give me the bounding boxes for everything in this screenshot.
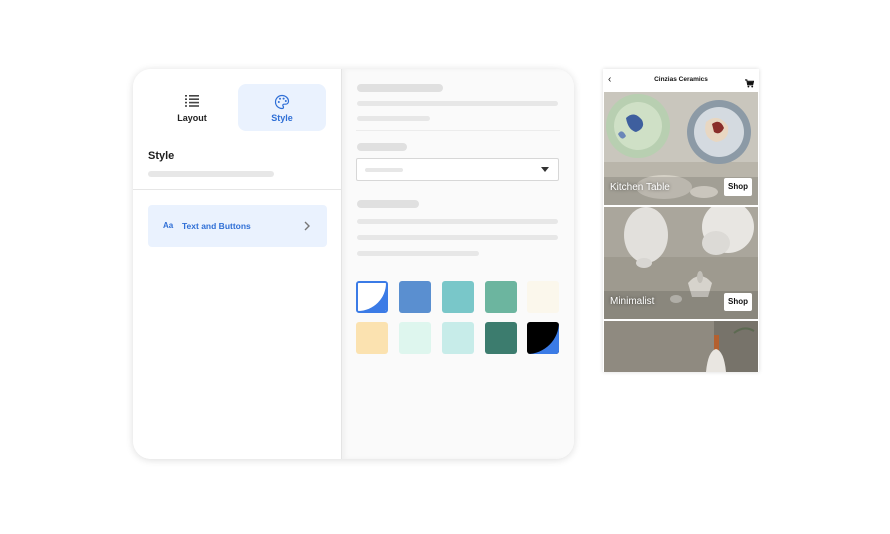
preview-header: ‹ Cinzias Ceramics xyxy=(603,69,759,91)
placeholder-line xyxy=(357,251,479,256)
placeholder-line xyxy=(357,101,558,106)
color-swatch-white[interactable] xyxy=(356,281,388,313)
tab-layout[interactable]: Layout xyxy=(148,84,236,131)
shop-button[interactable]: Shop xyxy=(724,293,752,311)
section-heading: Style xyxy=(148,150,175,162)
collection-image xyxy=(604,321,758,372)
color-swatch-black[interactable] xyxy=(527,322,559,354)
store-preview: ‹ Cinzias Ceramics Kitchen Table Shop Mi… xyxy=(603,69,759,372)
color-swatch-mint[interactable] xyxy=(399,322,431,354)
shop-button[interactable]: Shop xyxy=(724,178,752,196)
collection-tile-partial[interactable] xyxy=(604,321,758,372)
style-editor-panel: Layout Style Style Aa Text and Buttons xyxy=(133,69,574,459)
color-swatch-aqua[interactable] xyxy=(442,322,474,354)
color-swatch-blue[interactable] xyxy=(399,281,431,313)
list-icon xyxy=(185,94,199,112)
placeholder-line xyxy=(148,171,274,177)
tab-layout-label: Layout xyxy=(177,113,207,123)
placeholder-title xyxy=(357,84,443,92)
tab-style-label: Style xyxy=(271,113,293,123)
text-and-buttons-label: Text and Buttons xyxy=(182,221,251,231)
editor-sidebar: Layout Style Style Aa Text and Buttons xyxy=(133,69,341,459)
color-swatch-sand[interactable] xyxy=(356,322,388,354)
placeholder-line xyxy=(357,219,558,224)
dropdown-select[interactable] xyxy=(356,158,559,181)
placeholder-label xyxy=(357,143,407,151)
cart-icon[interactable] xyxy=(745,75,755,93)
chevron-right-icon xyxy=(303,219,311,237)
color-swatch-teal[interactable] xyxy=(442,281,474,313)
divider xyxy=(133,189,341,190)
text-style-icon: Aa xyxy=(163,221,174,230)
placeholder-line xyxy=(357,235,558,240)
style-settings-pane xyxy=(341,69,574,459)
color-swatch-green[interactable] xyxy=(485,281,517,313)
placeholder-value xyxy=(365,168,403,172)
text-and-buttons-row[interactable]: Aa Text and Buttons xyxy=(148,205,327,247)
store-title: Cinzias Ceramics xyxy=(654,76,708,83)
color-swatch-cream[interactable] xyxy=(527,281,559,313)
caret-down-icon xyxy=(541,167,549,172)
tab-style[interactable]: Style xyxy=(238,84,326,131)
tile-name: Minimalist xyxy=(610,296,655,307)
placeholder-label xyxy=(357,200,419,208)
collection-tile-kitchen-table[interactable]: Kitchen Table Shop xyxy=(604,92,758,205)
color-swatch-dark-green[interactable] xyxy=(485,322,517,354)
collection-tile-minimalist[interactable]: Minimalist Shop xyxy=(604,207,758,319)
divider xyxy=(356,130,560,131)
palette-icon xyxy=(274,94,290,115)
placeholder-line xyxy=(357,116,430,121)
tile-name: Kitchen Table xyxy=(610,182,670,193)
